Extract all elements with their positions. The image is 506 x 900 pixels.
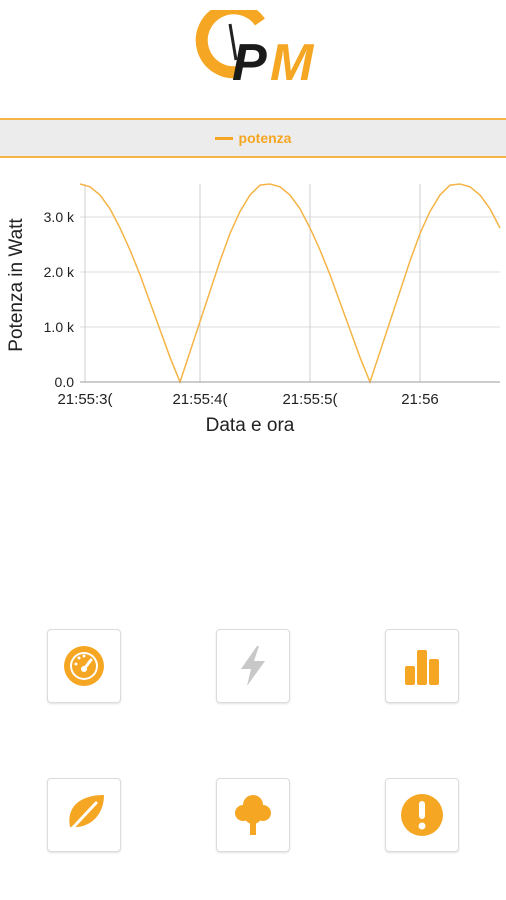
x-tick-label: 21:56 bbox=[401, 391, 439, 408]
y-tick-label: 2.0 k bbox=[44, 264, 75, 280]
x-tick-label: 21:55:5( bbox=[282, 391, 337, 408]
tree-tile[interactable] bbox=[216, 778, 290, 852]
x-tick-label: 21:55:4( bbox=[172, 391, 227, 408]
x-tick-label: 21:55:3( bbox=[57, 391, 112, 408]
dashboard-tile[interactable] bbox=[47, 629, 121, 703]
alert-tile[interactable] bbox=[385, 778, 459, 852]
x-axis-ticks: 21:55:3( 21:55:4( 21:55:5( 21:56 bbox=[57, 391, 438, 408]
power-tile[interactable] bbox=[216, 629, 290, 703]
series-line-potenza bbox=[79, 183, 501, 385]
lightning-icon bbox=[241, 646, 265, 686]
stats-tile[interactable] bbox=[385, 629, 459, 703]
svg-text:M: M bbox=[270, 34, 315, 90]
bar-chart-icon bbox=[405, 650, 439, 685]
leaf-icon bbox=[64, 795, 104, 837]
tree-icon bbox=[235, 795, 271, 835]
y-tick-label: 1.0 k bbox=[44, 319, 75, 335]
speedometer-icon bbox=[64, 646, 104, 686]
x-axis-label: Data e ora bbox=[206, 415, 295, 436]
y-axis-ticks: 0.0 1.0 k 2.0 k 3.0 k bbox=[44, 209, 75, 390]
svg-text:P: P bbox=[232, 34, 267, 90]
app-logo: P M bbox=[190, 2, 340, 92]
eco-tile[interactable] bbox=[47, 778, 121, 852]
legend-swatch bbox=[214, 136, 233, 140]
y-tick-label: 0.0 bbox=[55, 374, 75, 390]
y-tick-label: 3.0 k bbox=[44, 209, 75, 225]
legend-label: potenza bbox=[238, 130, 292, 146]
alert-icon bbox=[401, 794, 443, 836]
chart-legend: potenza bbox=[0, 118, 506, 158]
y-axis-label: Potenza in Watt bbox=[6, 218, 27, 352]
power-chart: 0.01.0 k2.0 k3.0 k 21:55:3(21:55:4(21:55… bbox=[6, 183, 501, 436]
